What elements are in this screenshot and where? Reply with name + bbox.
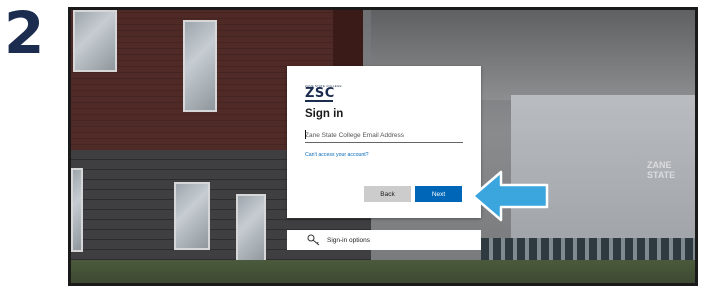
- building-sign: ZANE STATE: [647, 160, 676, 180]
- arrow-left-icon: [471, 170, 549, 222]
- cant-access-account-link[interactable]: Can't access your account?: [305, 152, 369, 158]
- screenshot-frame: ZANE STATE ZANE STATE COLLEGE ZSC Sign i…: [68, 7, 698, 286]
- next-button[interactable]: Next: [415, 186, 462, 202]
- window: [73, 10, 117, 72]
- text-cursor: [305, 130, 306, 139]
- signin-card: ZANE STATE COLLEGE ZSC Sign in Can't acc…: [287, 66, 481, 218]
- logo-underline: [305, 100, 333, 102]
- lawn: [71, 260, 695, 283]
- window: [236, 194, 266, 264]
- key-icon: [307, 234, 320, 246]
- signin-title: Sign in: [305, 108, 344, 120]
- signin-options-label: Sign-in options: [327, 236, 370, 244]
- signin-options-button[interactable]: Sign-in options: [287, 230, 481, 250]
- window: [174, 182, 210, 250]
- email-field[interactable]: [305, 128, 463, 143]
- step-number: 2: [4, 0, 45, 67]
- back-button[interactable]: Back: [364, 186, 411, 202]
- zsc-logo: ZSC: [305, 86, 335, 101]
- window: [71, 168, 83, 252]
- window: [183, 20, 217, 112]
